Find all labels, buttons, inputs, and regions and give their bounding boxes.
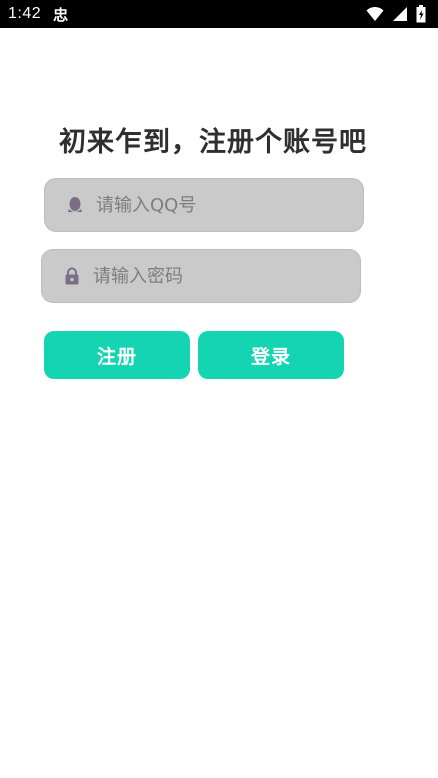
qq-penguin-icon bbox=[66, 196, 84, 214]
qq-input[interactable] bbox=[96, 194, 336, 216]
signal-icon bbox=[393, 7, 407, 21]
battery-icon bbox=[416, 5, 426, 23]
status-time: 1:42 bbox=[8, 5, 42, 22]
qq-field[interactable] bbox=[44, 178, 364, 232]
login-button[interactable]: 登录 bbox=[198, 331, 344, 379]
status-app-glyph: 忠 bbox=[53, 5, 69, 24]
page-title: 初来乍到，注册个账号吧 bbox=[59, 127, 367, 158]
status-bar: 1:42 忠 bbox=[0, 0, 438, 28]
register-button[interactable]: 注册 bbox=[44, 331, 190, 379]
lock-icon bbox=[63, 267, 81, 285]
status-icons bbox=[366, 4, 426, 24]
password-input[interactable] bbox=[93, 265, 333, 287]
password-field[interactable] bbox=[41, 249, 361, 303]
wifi-icon bbox=[366, 6, 384, 21]
